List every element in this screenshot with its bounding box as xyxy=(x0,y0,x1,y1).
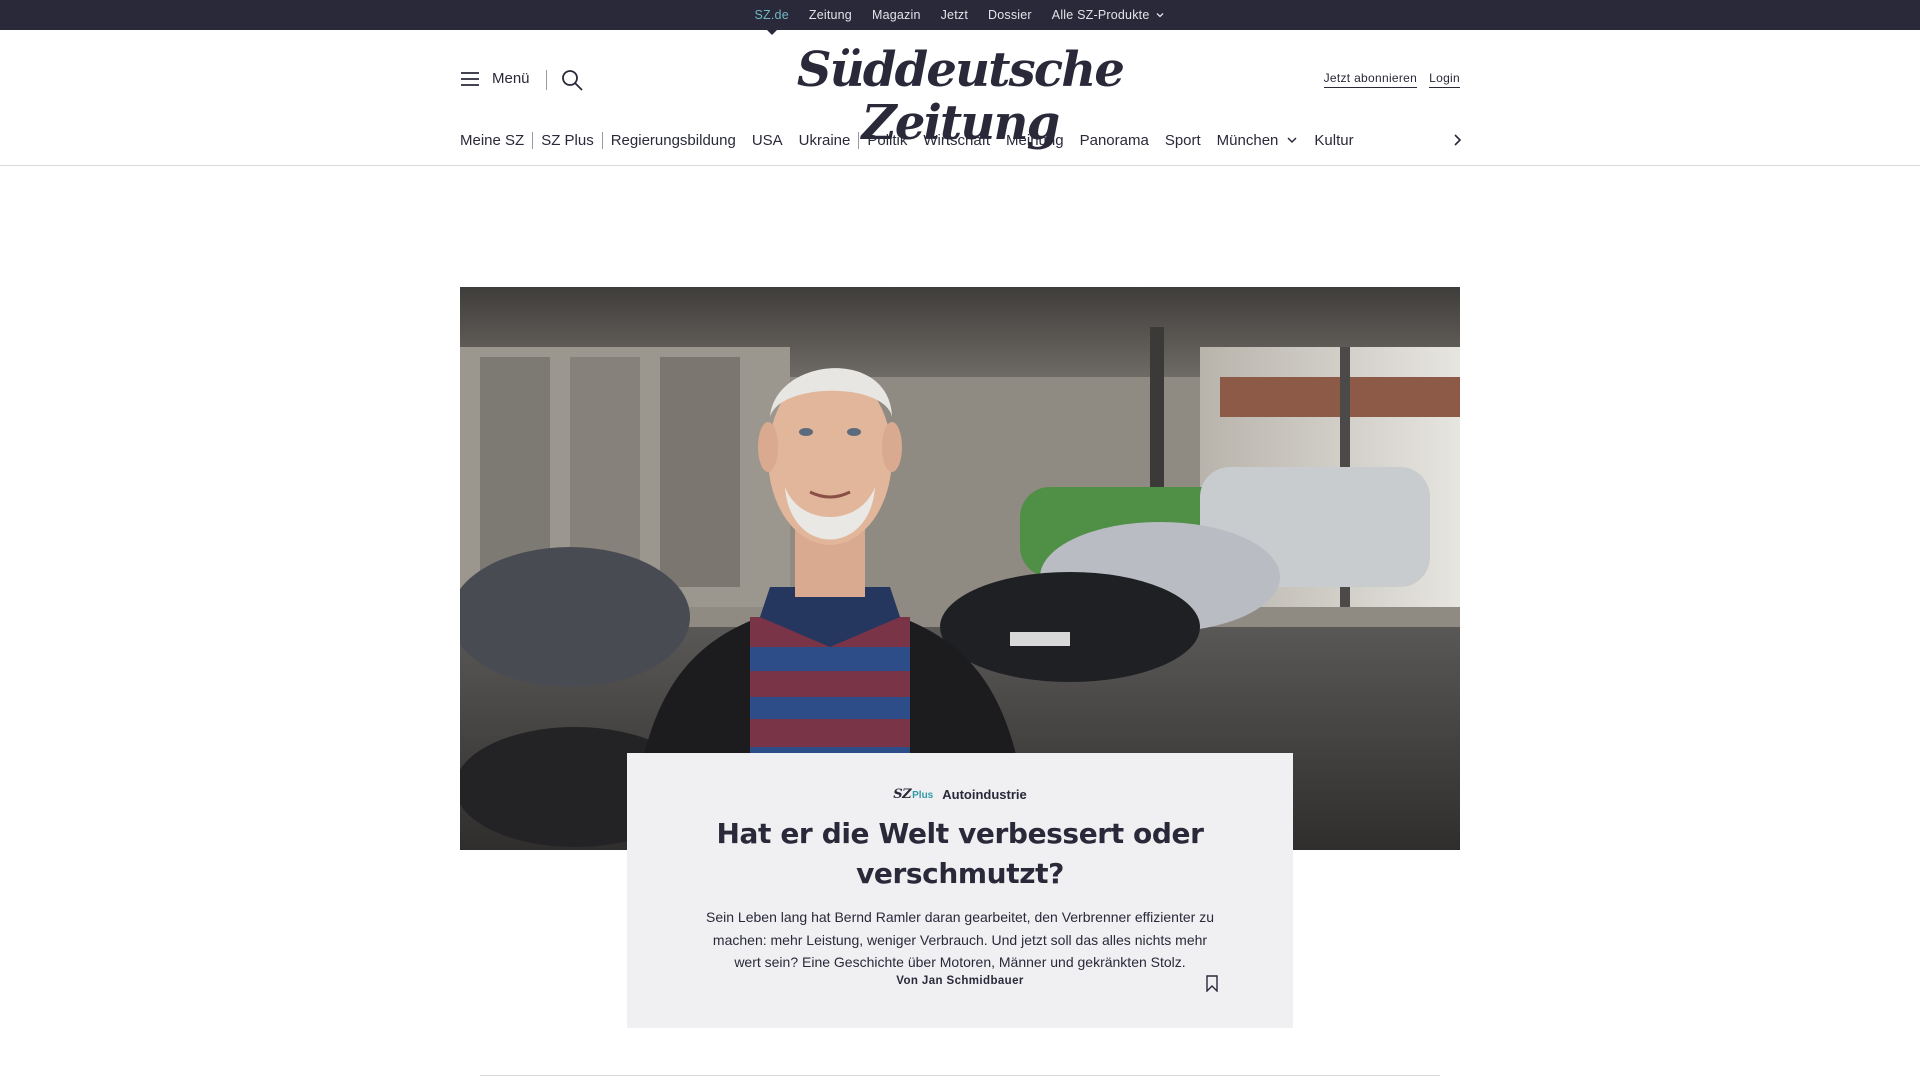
search-icon[interactable] xyxy=(560,68,584,92)
sz-plus-logo-plus: Plus xyxy=(912,790,934,801)
article-summary: Sein Leben lang hat Bernd Ramler daran g… xyxy=(706,909,1214,970)
section-divider xyxy=(480,1075,1440,1076)
product-link-label: Zeitung xyxy=(808,8,852,22)
nav-item-usa[interactable]: USA xyxy=(744,132,791,149)
nav-divider xyxy=(0,165,1920,166)
nav-item-kultur[interactable]: Kultur xyxy=(1306,132,1361,149)
sz-plus-logo: SZ Plus xyxy=(893,787,933,802)
article-headline[interactable]: Hat er die Welt verbessert oder verschmu… xyxy=(680,814,1240,894)
menu-label: Menü xyxy=(492,70,530,87)
chevron-right-icon[interactable] xyxy=(1450,133,1464,147)
article-byline: Von Jan Schmidbauer xyxy=(896,975,1024,987)
chevron-down-icon xyxy=(1287,137,1297,144)
masthead: Menü Süddeutsche Zeitung Jetzt abonniere… xyxy=(460,30,1460,149)
divider xyxy=(546,70,547,90)
bookmark-icon[interactable] xyxy=(1205,975,1219,992)
nav-item-politik[interactable]: Politik xyxy=(859,132,915,149)
account-links: Jetzt abonnieren Login xyxy=(1323,71,1460,88)
nav-item-sport[interactable]: Sport xyxy=(1157,132,1209,149)
nav-item-panorama[interactable]: Panorama xyxy=(1072,132,1157,149)
product-link-label: Magazin xyxy=(871,8,921,22)
product-link-zeitung[interactable]: Zeitung xyxy=(809,8,852,22)
article-kicker: SZ Plus Autoindustrie xyxy=(627,787,1293,802)
subscribe-link[interactable]: Jetzt abonnieren xyxy=(1323,71,1418,88)
nav-item-muenchen[interactable]: München xyxy=(1209,132,1307,149)
nav-item-wirtschaft[interactable]: Wirtschaft xyxy=(915,132,998,149)
product-link-label: Alle SZ-Produkte xyxy=(1051,8,1150,22)
nav-item-meinung[interactable]: Meinung xyxy=(998,132,1072,149)
nav-item-sz-plus[interactable]: SZ Plus xyxy=(533,132,602,149)
product-link-dossier[interactable]: Dossier xyxy=(988,8,1032,22)
product-link-magazin[interactable]: Magazin xyxy=(872,8,921,22)
hamburger-icon xyxy=(461,71,479,86)
nav-item-label: München xyxy=(1216,131,1279,149)
product-link-jetzt[interactable]: Jetzt xyxy=(941,8,968,22)
product-link-alle-sz-produkte[interactable]: Alle SZ-Produkte xyxy=(1052,8,1166,22)
product-bar: SZ.de Zeitung Magazin Jetzt Dossier Alle… xyxy=(0,0,1920,35)
login-link[interactable]: Login xyxy=(1429,71,1460,88)
product-links: SZ.de Zeitung Magazin Jetzt Dossier Alle… xyxy=(0,0,1920,35)
menu-button[interactable]: Menü xyxy=(460,70,530,87)
nav-item-ukraine[interactable]: Ukraine xyxy=(791,132,859,149)
product-link-sz-de[interactable]: SZ.de xyxy=(754,8,789,35)
sz-plus-logo-sz: SZ xyxy=(893,787,912,802)
product-link-label: SZ.de xyxy=(754,8,789,22)
article-teaser[interactable]: SZ Plus Autoindustrie Hat er die Welt ve… xyxy=(627,753,1293,1028)
product-link-label: Jetzt xyxy=(940,8,969,22)
kicker-label: Autoindustrie xyxy=(942,787,1027,802)
nav-item-meine-sz[interactable]: Meine SZ xyxy=(460,132,532,149)
nav-item-regierungsbildung[interactable]: Regierungsbildung xyxy=(603,132,744,149)
section-nav: Meine SZ SZ Plus Regierungsbildung USA U… xyxy=(460,128,1462,152)
chevron-down-icon xyxy=(1157,13,1164,18)
product-link-label: Dossier xyxy=(988,8,1032,22)
